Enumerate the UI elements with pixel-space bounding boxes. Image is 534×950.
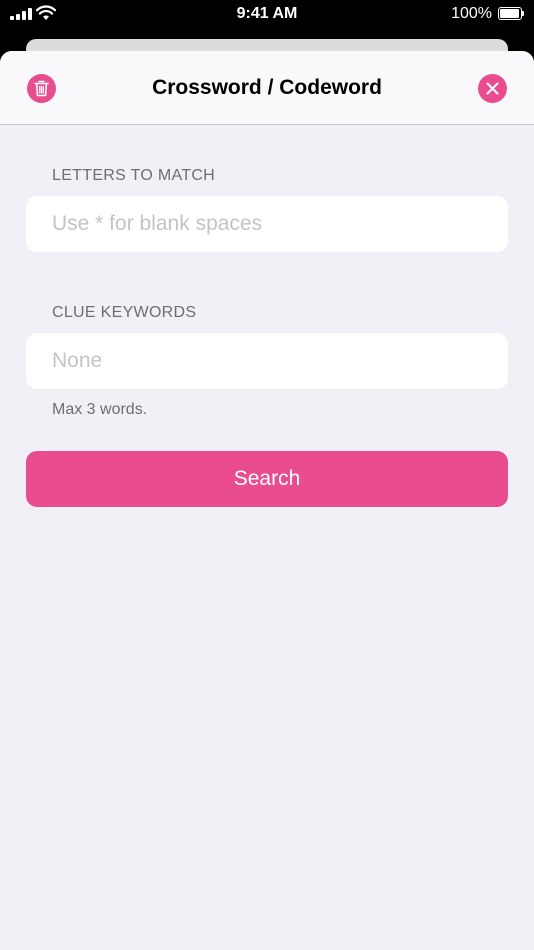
page-title: Crossword / Codeword — [152, 76, 382, 99]
clue-keywords-label: CLUE KEYWORDS — [52, 304, 197, 321]
battery-percentage: 100% — [451, 5, 492, 22]
letters-to-match-label: LETTERS TO MATCH — [52, 167, 216, 184]
battery-icon — [498, 7, 524, 20]
modal-sheet: Crossword / Codeword LETTERS TO MATCH CL… — [0, 51, 534, 950]
close-icon — [486, 82, 499, 95]
close-button[interactable] — [478, 74, 507, 103]
keywords-footnote: Max 3 words. — [52, 401, 148, 418]
letters-field-container — [26, 196, 508, 252]
navigation-bar: Crossword / Codeword — [0, 51, 534, 125]
screen: 9:41 AM 100% Crossword / Codeword LETTER… — [0, 0, 534, 950]
letters-to-match-input[interactable] — [52, 196, 492, 252]
clue-keywords-input[interactable] — [52, 333, 492, 389]
status-bar: 9:41 AM 100% — [0, 0, 534, 30]
keywords-field-container — [26, 333, 508, 389]
search-button[interactable]: Search — [26, 451, 508, 507]
